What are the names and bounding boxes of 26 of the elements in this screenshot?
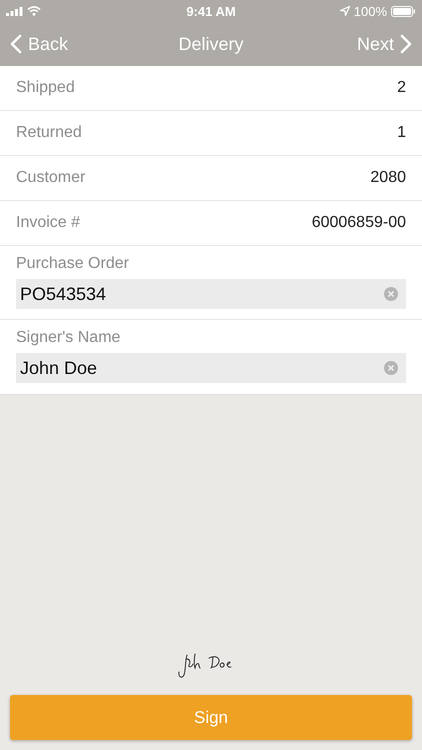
input-field[interactable]: PO543534 xyxy=(16,279,406,309)
battery-percent: 100% xyxy=(354,4,387,18)
field-label: Signer's Name xyxy=(16,329,122,347)
chevron-left-icon[interactable] xyxy=(10,34,22,54)
chevron-right-icon[interactable] xyxy=(400,34,412,54)
back-button[interactable]: Back xyxy=(10,34,68,54)
clear-icon[interactable] xyxy=(384,361,398,375)
row-label: Invoice # xyxy=(16,214,80,232)
next-button[interactable]: Next xyxy=(356,34,412,54)
row-value: 2 xyxy=(397,79,406,97)
row-value: 2080 xyxy=(370,169,406,187)
field-label: Purchase Order xyxy=(16,255,130,273)
clear-icon[interactable] xyxy=(384,287,398,301)
battery-icon xyxy=(391,6,416,16)
nav-title: Delivery xyxy=(178,34,244,54)
signal-icon xyxy=(6,6,23,16)
input-field[interactable]: John Doe xyxy=(16,353,406,383)
row-label: Customer xyxy=(16,169,86,187)
status-time: 9:41 AM xyxy=(186,4,236,18)
row-value: 1 xyxy=(397,124,406,142)
row-label: Returned xyxy=(16,124,82,142)
row-value: 60006859-00 xyxy=(312,214,406,232)
location-icon xyxy=(340,6,350,16)
wifi-icon xyxy=(27,6,41,16)
sign-button[interactable]: Sign xyxy=(10,695,412,740)
row-label: Shipped xyxy=(16,79,75,97)
